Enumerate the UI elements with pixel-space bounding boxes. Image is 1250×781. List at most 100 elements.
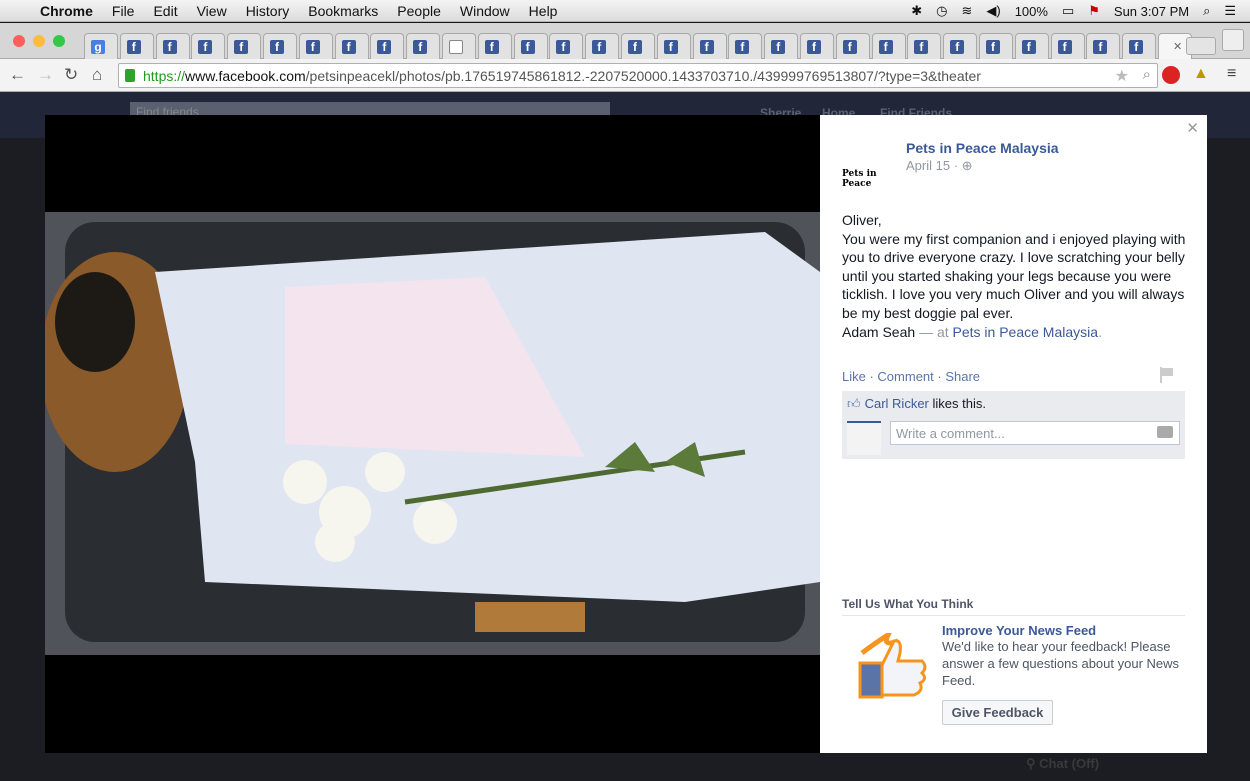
browser-tab[interactable]: f: [191, 33, 226, 59]
browser-tab[interactable]: f: [728, 33, 763, 59]
browser-tab[interactable]: f: [370, 33, 405, 59]
page-logo[interactable]: Pets in Peace: [842, 149, 896, 189]
likes-suffix: likes this.: [932, 396, 986, 411]
browser-tab[interactable]: f: [1014, 33, 1049, 59]
input-source-flag-icon[interactable]: ⚑: [1088, 3, 1100, 19]
browser-tab[interactable]: f: [692, 33, 727, 59]
share-link[interactable]: Share: [945, 369, 980, 384]
menu-history[interactable]: History: [246, 3, 290, 19]
browser-tab[interactable]: f: [656, 33, 691, 59]
menu-view[interactable]: View: [197, 3, 227, 19]
spotlight-icon[interactable]: ⌕: [1203, 3, 1210, 19]
browser-tab[interactable]: g: [84, 33, 118, 59]
back-icon[interactable]: ←: [9, 65, 26, 85]
browser-tab[interactable]: f: [1050, 33, 1085, 59]
browser-tab[interactable]: f: [835, 33, 870, 59]
give-feedback-button[interactable]: Give Feedback: [942, 700, 1053, 725]
feedback-title-link[interactable]: Improve Your News Feed: [942, 623, 1096, 638]
browser-tab[interactable]: f: [979, 33, 1013, 59]
feedback-heading: Tell Us What You Think: [842, 597, 974, 611]
browser-tab[interactable]: f: [298, 33, 333, 59]
browser-tab[interactable]: f: [155, 33, 190, 59]
address-bar[interactable]: https://www.facebook.com/petsinpeacekl/p…: [118, 63, 1158, 88]
bookmark-star-icon[interactable]: ★: [1115, 66, 1129, 86]
browser-tab[interactable]: f: [1086, 33, 1121, 59]
browser-tab[interactable]: f: [227, 33, 262, 59]
extension-icon[interactable]: ▲: [1193, 65, 1209, 83]
browser-tab[interactable]: f: [871, 33, 906, 59]
chat-bar[interactable]: ⚲ Chat (Off): [1016, 753, 1216, 775]
browser-tab[interactable]: f: [477, 33, 512, 59]
report-flag-icon[interactable]: [1160, 367, 1173, 383]
google-favicon-icon: g: [91, 39, 105, 54]
forward-icon[interactable]: →: [37, 65, 54, 85]
close-icon[interactable]: ✕: [1186, 119, 1199, 137]
home-icon[interactable]: ⌂: [92, 65, 102, 85]
comment-link[interactable]: Comment: [877, 369, 933, 384]
browser-tab[interactable]: f: [549, 33, 584, 59]
menu-file[interactable]: File: [112, 3, 135, 19]
time-machine-icon[interactable]: ◷: [936, 3, 947, 19]
browser-tab[interactable]: f: [943, 33, 978, 59]
menu-people[interactable]: People: [397, 3, 441, 19]
post-author: Adam Seah: [842, 323, 916, 340]
browser-tab[interactable]: f: [513, 33, 548, 59]
facebook-favicon-icon: f: [914, 39, 929, 54]
browser-tab[interactable]: f: [621, 33, 655, 59]
post-date[interactable]: April 15 · ⊕: [906, 158, 973, 174]
facebook-favicon-icon: f: [735, 39, 750, 54]
tab-close-icon[interactable]: ✕: [1173, 40, 1182, 53]
browser-tab[interactable]: f: [1122, 33, 1157, 59]
notification-center-icon[interactable]: ☰: [1224, 3, 1236, 19]
facebook-favicon-icon: f: [878, 39, 893, 54]
facebook-favicon-icon: f: [950, 39, 965, 54]
new-tab-button[interactable]: [1186, 37, 1216, 55]
volume-icon[interactable]: ◀): [986, 3, 1000, 19]
browser-tab[interactable]: f: [406, 33, 441, 59]
divider: [842, 615, 1185, 616]
menu-edit[interactable]: Edit: [153, 3, 177, 19]
zoom-icon[interactable]: ⌕: [1143, 66, 1151, 83]
page-name-link[interactable]: Pets in Peace Malaysia: [906, 140, 1059, 156]
post-text: Oliver, You were my first companion and …: [842, 212, 1186, 340]
adblock-extension-icon[interactable]: [1162, 66, 1180, 84]
menu-window[interactable]: Window: [460, 3, 510, 19]
chrome-menu-icon[interactable]: ≡: [1227, 65, 1236, 83]
facebook-favicon-icon: f: [484, 39, 499, 54]
reload-icon[interactable]: ↻: [64, 65, 78, 85]
battery-icon[interactable]: ▭: [1062, 3, 1074, 19]
feedback-description: We'd like to hear your feedback! Please …: [942, 639, 1180, 688]
camera-icon[interactable]: [1157, 426, 1173, 438]
comment-input[interactable]: Write a comment...: [890, 421, 1180, 445]
like-link[interactable]: Like: [842, 369, 866, 384]
battery-percent[interactable]: 100%: [1015, 4, 1048, 19]
zoom-window-button[interactable]: [53, 35, 65, 47]
browser-tab[interactable]: f: [800, 33, 834, 59]
browser-tab[interactable]: f: [907, 33, 942, 59]
memorial-photo-illustration: [45, 212, 820, 655]
photo[interactable]: [45, 212, 820, 655]
profile-icon[interactable]: [1222, 29, 1244, 51]
url-scheme: https://: [143, 67, 186, 84]
close-window-button[interactable]: [13, 35, 25, 47]
browser-tab[interactable]: [442, 33, 476, 59]
menu-help[interactable]: Help: [529, 3, 558, 19]
facebook-favicon-icon: f: [842, 39, 857, 54]
browser-tab[interactable]: f: [334, 33, 369, 59]
facebook-favicon-icon: f: [771, 39, 786, 54]
wifi-icon[interactable]: ≋: [961, 3, 972, 19]
clock[interactable]: Sun 3:07 PM: [1114, 4, 1189, 19]
location-link[interactable]: Pets in Peace Malaysia: [953, 324, 1099, 340]
liker-link[interactable]: Carl Ricker: [865, 396, 929, 411]
bluetooth-icon[interactable]: ✱: [911, 3, 922, 19]
post-line: Oliver,: [842, 212, 882, 228]
minimize-window-button[interactable]: [33, 35, 45, 47]
thumbs-up-flame-icon: [858, 633, 927, 699]
menu-bookmarks[interactable]: Bookmarks: [308, 3, 378, 19]
menu-app[interactable]: Chrome: [40, 3, 93, 19]
browser-tab[interactable]: f: [585, 33, 620, 59]
browser-tab[interactable]: f: [263, 33, 297, 59]
browser-tab[interactable]: f: [764, 33, 799, 59]
browser-tab[interactable]: f: [119, 33, 154, 59]
facebook-favicon-icon: f: [556, 39, 571, 54]
